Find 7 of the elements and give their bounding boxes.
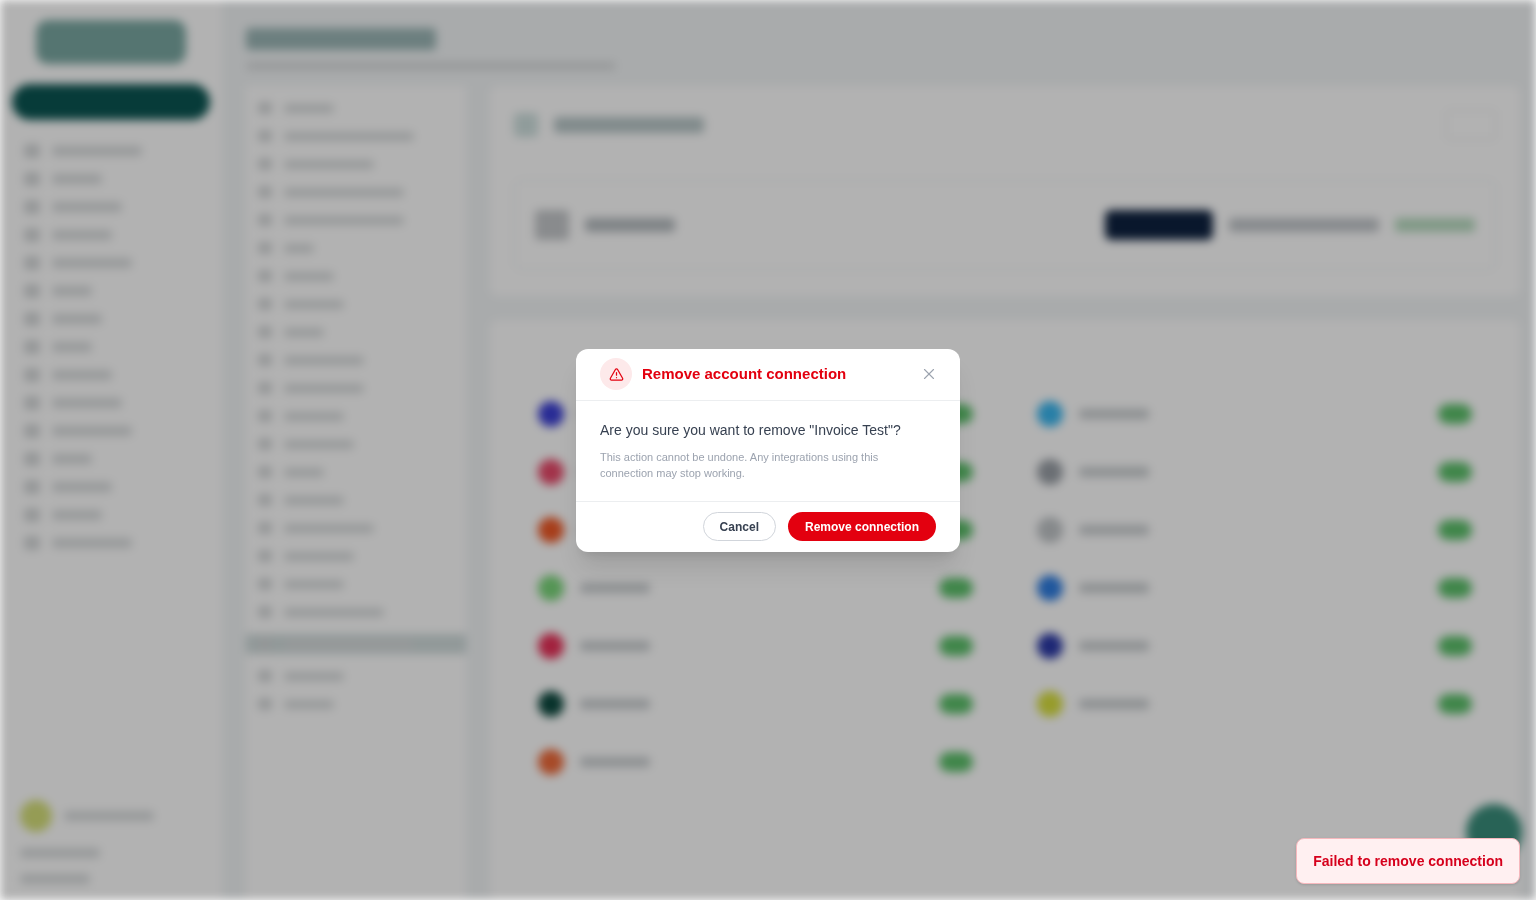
remove-button[interactable]: Remove connection xyxy=(787,512,936,541)
warning-icon xyxy=(600,358,632,390)
confirm-question: Are you sure you want to remove "Invoice Test"? xyxy=(600,420,902,439)
dialog-title: Remove account connection xyxy=(642,363,847,384)
cancel-button[interactable]: Cancel xyxy=(702,512,776,541)
warning-text: This action cannot be undone. Any integrations using this connection may stop working. xyxy=(600,449,880,481)
error-toast: Failed to remove connection xyxy=(1296,838,1520,884)
